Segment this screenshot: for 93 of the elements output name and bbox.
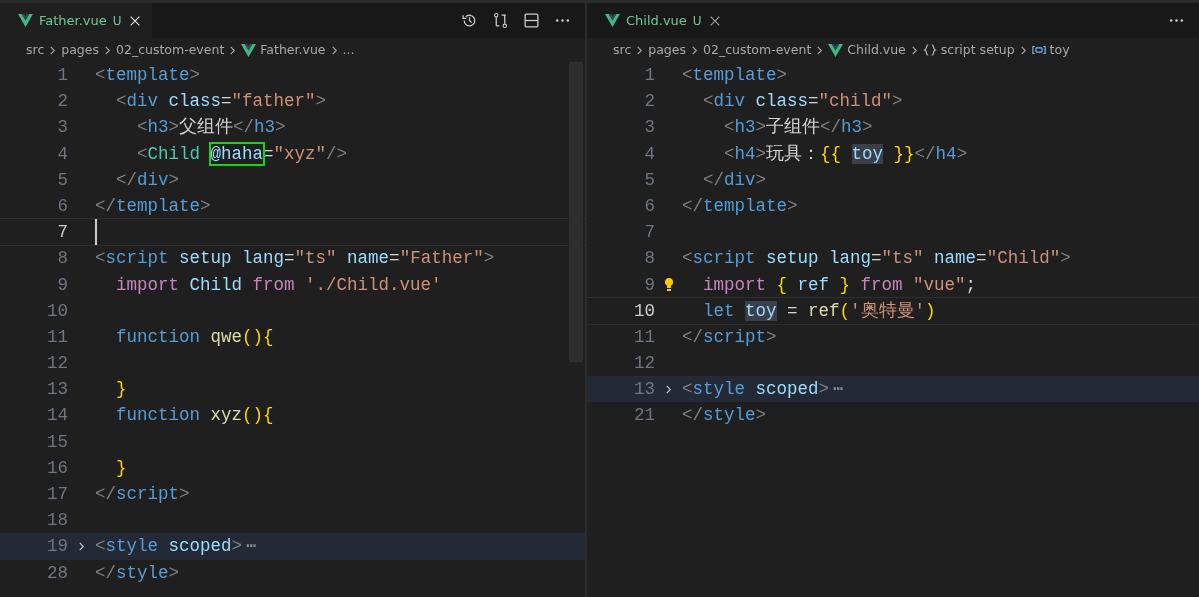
line-number: 28 bbox=[46, 561, 68, 585]
line-number: 11 bbox=[633, 325, 655, 349]
code-line: <h3>父组件</h3> bbox=[136, 116, 286, 140]
breadcrumb-item[interactable]: Child.vue bbox=[847, 40, 906, 60]
breadcrumb-item[interactable]: ... bbox=[342, 40, 355, 60]
breadcrumb-item[interactable]: toy bbox=[1049, 40, 1070, 60]
line-number: 8 bbox=[643, 247, 655, 271]
variable-symbol-icon bbox=[1031, 43, 1046, 57]
chevron-right-icon bbox=[48, 45, 58, 55]
line-number: 8 bbox=[56, 247, 68, 271]
breadcrumb-item[interactable]: pages bbox=[61, 40, 99, 60]
chevron-right-icon[interactable] bbox=[664, 384, 673, 394]
chevron-right-icon bbox=[1018, 45, 1028, 55]
lightbulb-icon[interactable] bbox=[663, 276, 674, 293]
breadcrumb-item[interactable]: script setup bbox=[940, 40, 1015, 60]
chevron-right-icon bbox=[329, 45, 339, 55]
code-line: </script> bbox=[95, 483, 190, 506]
code-line: <template> bbox=[95, 64, 201, 87]
chevron-right-icon bbox=[909, 45, 919, 55]
code-line: </template> bbox=[682, 194, 798, 218]
line-number: 1 bbox=[643, 64, 655, 87]
code-line: import Child from './Child.vue' bbox=[115, 273, 442, 297]
line-number: 13 bbox=[46, 378, 68, 402]
breadcrumb-item[interactable]: pages bbox=[648, 40, 686, 60]
breadcrumb-item[interactable]: src bbox=[26, 40, 45, 60]
line-number: 14 bbox=[46, 404, 68, 428]
line-number: 17 bbox=[46, 483, 68, 506]
vue-logo-icon bbox=[18, 13, 33, 28]
line-number: 7 bbox=[56, 221, 68, 245]
line-number: 4 bbox=[56, 142, 68, 166]
line-number: 3 bbox=[56, 116, 68, 140]
line-number: 10 bbox=[633, 299, 655, 323]
line-number: 13 bbox=[633, 378, 655, 402]
code-line: function xyz(){ bbox=[115, 404, 274, 428]
line-number: 7 bbox=[643, 221, 655, 245]
line-number: 10 bbox=[46, 299, 68, 323]
line-number: 5 bbox=[56, 168, 68, 192]
line-number: 21 bbox=[633, 404, 655, 428]
line-number: 18 bbox=[46, 509, 68, 533]
line-number: 9 bbox=[643, 273, 655, 297]
line-number: 2 bbox=[56, 90, 68, 114]
code-line: </template> bbox=[95, 194, 211, 218]
line-number: 12 bbox=[633, 352, 655, 376]
breadcrumb-item[interactable]: src bbox=[613, 40, 632, 60]
chevron-right-icon bbox=[635, 45, 645, 55]
vue-logo-icon bbox=[241, 42, 257, 58]
vue-logo-icon bbox=[605, 13, 620, 28]
line-number: 11 bbox=[46, 325, 68, 349]
code-line: <h3>子组件</h3> bbox=[723, 116, 873, 140]
compare-changes-icon[interactable] bbox=[492, 12, 509, 29]
code-line: <template> bbox=[682, 64, 788, 87]
vue-logo-icon bbox=[828, 42, 844, 58]
editor-tab[interactable]: Father.vue U bbox=[0, 3, 152, 38]
code-line: import { ref } from "vue"; bbox=[702, 273, 977, 297]
line-number: 15 bbox=[46, 430, 68, 454]
breadcrumb-item[interactable]: Father.vue bbox=[260, 40, 326, 60]
code-line: function qwe(){ bbox=[115, 325, 274, 349]
code-line: let toy = ref('奥特曼') bbox=[702, 299, 936, 323]
breadcrumb-item[interactable]: 02_custom-event bbox=[116, 40, 225, 60]
code-line: </style> bbox=[682, 404, 767, 428]
line-number: 1 bbox=[56, 64, 68, 87]
code-line: <style scoped> ⋯ bbox=[682, 378, 844, 402]
chevron-right-icon bbox=[815, 45, 825, 55]
chevron-right-icon bbox=[103, 45, 112, 55]
code-line: </div> bbox=[702, 168, 767, 192]
line-number: 3 bbox=[643, 116, 655, 140]
code-line: <div class="child"> bbox=[702, 90, 903, 114]
split-editor-icon[interactable] bbox=[523, 12, 540, 29]
code-line: </style> bbox=[95, 561, 180, 585]
breadcrumb-item[interactable]: 02_custom-event bbox=[703, 40, 812, 60]
line-number: 2 bbox=[643, 90, 655, 114]
line-number: 6 bbox=[643, 194, 655, 218]
code-line: <div class="father"> bbox=[115, 90, 327, 114]
line-number: 5 bbox=[643, 168, 655, 192]
line-number: 9 bbox=[56, 273, 68, 297]
code-line: <style scoped> ⋯ bbox=[95, 535, 257, 559]
line-number: 19 bbox=[46, 535, 68, 559]
code-line: } bbox=[115, 456, 127, 480]
chevron-right-icon bbox=[690, 45, 699, 55]
chevron-right-icon[interactable] bbox=[77, 541, 86, 551]
code-line: <h4>玩具：{{ toy }}</h4> bbox=[723, 142, 968, 166]
line-number: 12 bbox=[46, 352, 68, 376]
history-icon[interactable] bbox=[461, 12, 478, 29]
code-line: <script setup lang="ts" name="Father"> bbox=[95, 247, 495, 271]
line-number: 4 bbox=[643, 142, 655, 166]
code-line: } bbox=[115, 378, 127, 402]
code-line: </script> bbox=[682, 325, 777, 349]
chevron-right-icon bbox=[228, 45, 238, 55]
code-line: </div> bbox=[115, 168, 180, 192]
code-line: <script setup lang="ts" name="Child"> bbox=[682, 247, 1071, 271]
line-number: 6 bbox=[56, 194, 68, 218]
line-number: 16 bbox=[46, 456, 68, 480]
braces-icon bbox=[922, 43, 937, 57]
